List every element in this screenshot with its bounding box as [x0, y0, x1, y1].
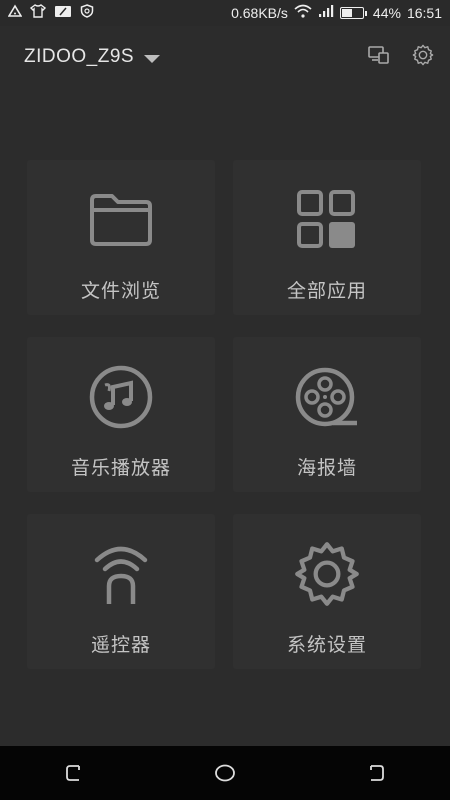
header-actions: [368, 44, 434, 70]
tile-all-apps[interactable]: 全部应用: [233, 160, 421, 315]
music-note-icon: [85, 361, 157, 433]
back-icon[interactable]: [355, 753, 395, 793]
tile-label: 音乐播放器: [70, 457, 171, 479]
tile-poster-wall[interactable]: 海报墙: [233, 337, 421, 492]
tile-file-browser[interactable]: 文件浏览: [27, 160, 215, 315]
app-header: ZIDOO_Z9S: [0, 26, 450, 88]
sim-card-icon: [54, 5, 72, 22]
dropdown-caret-icon: [144, 54, 161, 63]
tile-music-player[interactable]: 音乐播放器: [27, 337, 215, 492]
tile-system-settings[interactable]: 系统设置: [233, 514, 421, 669]
tshirt-icon: [29, 4, 47, 22]
folder-icon: [85, 184, 157, 256]
tile-label: 海报墙: [296, 457, 357, 479]
device-selector[interactable]: ZIDOO_Z9S: [24, 46, 161, 68]
function-grid: 文件浏览 全部应用 音乐播放器 海报墙 遥控器 系统设置: [27, 160, 421, 669]
settings-gear-icon: [291, 538, 363, 610]
system-nav-bar: [0, 746, 450, 800]
cast-screen-icon[interactable]: [368, 45, 390, 69]
battery-percent: 44%: [372, 5, 401, 21]
tile-remote-control[interactable]: 遥控器: [27, 514, 215, 669]
tile-label: 遥控器: [90, 634, 151, 656]
film-reel-icon: [291, 361, 363, 433]
signal-icon: [318, 4, 334, 22]
battery-icon: [339, 7, 367, 19]
apps-grid-icon: [291, 184, 363, 256]
status-left: [7, 4, 94, 22]
tile-label: 系统设置: [286, 634, 367, 656]
tile-label: 全部应用: [286, 280, 367, 302]
settings-gear-icon[interactable]: [412, 44, 434, 70]
shield-icon: [80, 4, 94, 22]
clock: 16:51: [406, 5, 442, 21]
status-right: 0.68KB/s 44% 16:51: [231, 4, 442, 22]
remote-signal-icon: [85, 538, 157, 610]
device-name: ZIDOO_Z9S: [24, 46, 135, 67]
status-bar: 0.68KB/s 44% 16:51: [0, 0, 450, 26]
wifi-icon: [294, 4, 312, 22]
net-speed: 0.68KB/s: [231, 5, 288, 21]
home-icon[interactable]: [205, 753, 245, 793]
recent-apps-icon[interactable]: [55, 753, 95, 793]
alert-triangle-icon: [7, 4, 23, 22]
tile-label: 文件浏览: [80, 280, 161, 302]
